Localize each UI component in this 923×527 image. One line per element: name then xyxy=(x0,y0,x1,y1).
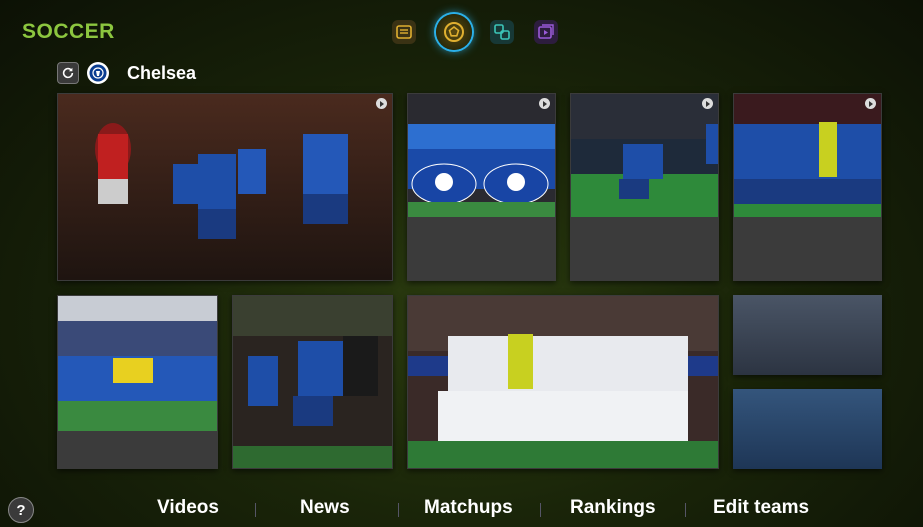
photo-tile-2[interactable] xyxy=(232,295,393,469)
play-icon xyxy=(865,98,876,109)
social-mode-button[interactable] xyxy=(490,20,514,44)
nav-news[interactable]: News xyxy=(300,497,350,519)
stadium-team-photo-image xyxy=(58,296,217,431)
photo-tile-1[interactable] xyxy=(57,295,218,469)
social-icon xyxy=(494,24,510,40)
video-mode-button[interactable] xyxy=(534,20,558,44)
video-icon xyxy=(538,24,554,39)
nav-videos[interactable]: Videos xyxy=(157,497,219,519)
tile-image xyxy=(734,94,881,217)
team-crest xyxy=(87,62,109,84)
team-group-photo-image xyxy=(408,296,718,468)
tile-image xyxy=(571,94,718,217)
nav-separator xyxy=(255,503,256,517)
tile-image xyxy=(58,296,217,431)
nav-rankings[interactable]: Rankings xyxy=(570,497,656,519)
video-tile-2[interactable] xyxy=(407,93,556,281)
refresh-button[interactable] xyxy=(57,62,79,84)
news-icon xyxy=(396,25,412,39)
team-lineup-image xyxy=(734,94,881,217)
play-icon xyxy=(702,98,713,109)
bottom-nav: Videos News Matchups Rankings Edit teams xyxy=(0,497,923,523)
play-icon xyxy=(376,98,387,109)
nav-separator xyxy=(540,503,541,517)
soccer-mode-button[interactable] xyxy=(436,14,472,50)
nav-separator xyxy=(398,503,399,517)
photo-tile-3[interactable] xyxy=(407,295,719,469)
player-celebration-image xyxy=(571,94,718,217)
play-icon xyxy=(539,98,550,109)
app-title: SOCCER xyxy=(22,20,115,43)
video-tile-4[interactable] xyxy=(733,93,882,281)
nav-edit-teams[interactable]: Edit teams xyxy=(713,497,809,519)
soccer-ball-icon xyxy=(444,22,464,42)
video-tile-1[interactable] xyxy=(57,93,393,281)
empty-tile-2[interactable] xyxy=(733,389,882,469)
nav-matchups[interactable]: Matchups xyxy=(424,497,513,519)
team-bar: Chelsea xyxy=(57,62,196,84)
tile-image xyxy=(233,296,392,468)
match-action-image xyxy=(58,94,392,280)
nav-separator xyxy=(685,503,686,517)
team-name: Chelsea xyxy=(127,62,197,83)
team-photo-image xyxy=(408,94,555,217)
empty-tile-1[interactable] xyxy=(733,295,882,375)
match-tackle-image xyxy=(233,296,392,468)
tile-image xyxy=(58,94,392,280)
chelsea-crest-icon xyxy=(88,63,108,83)
refresh-icon xyxy=(62,67,74,79)
tile-image xyxy=(408,94,555,217)
tile-image xyxy=(408,296,718,468)
video-tile-3[interactable] xyxy=(570,93,719,281)
news-mode-button[interactable] xyxy=(392,20,416,44)
